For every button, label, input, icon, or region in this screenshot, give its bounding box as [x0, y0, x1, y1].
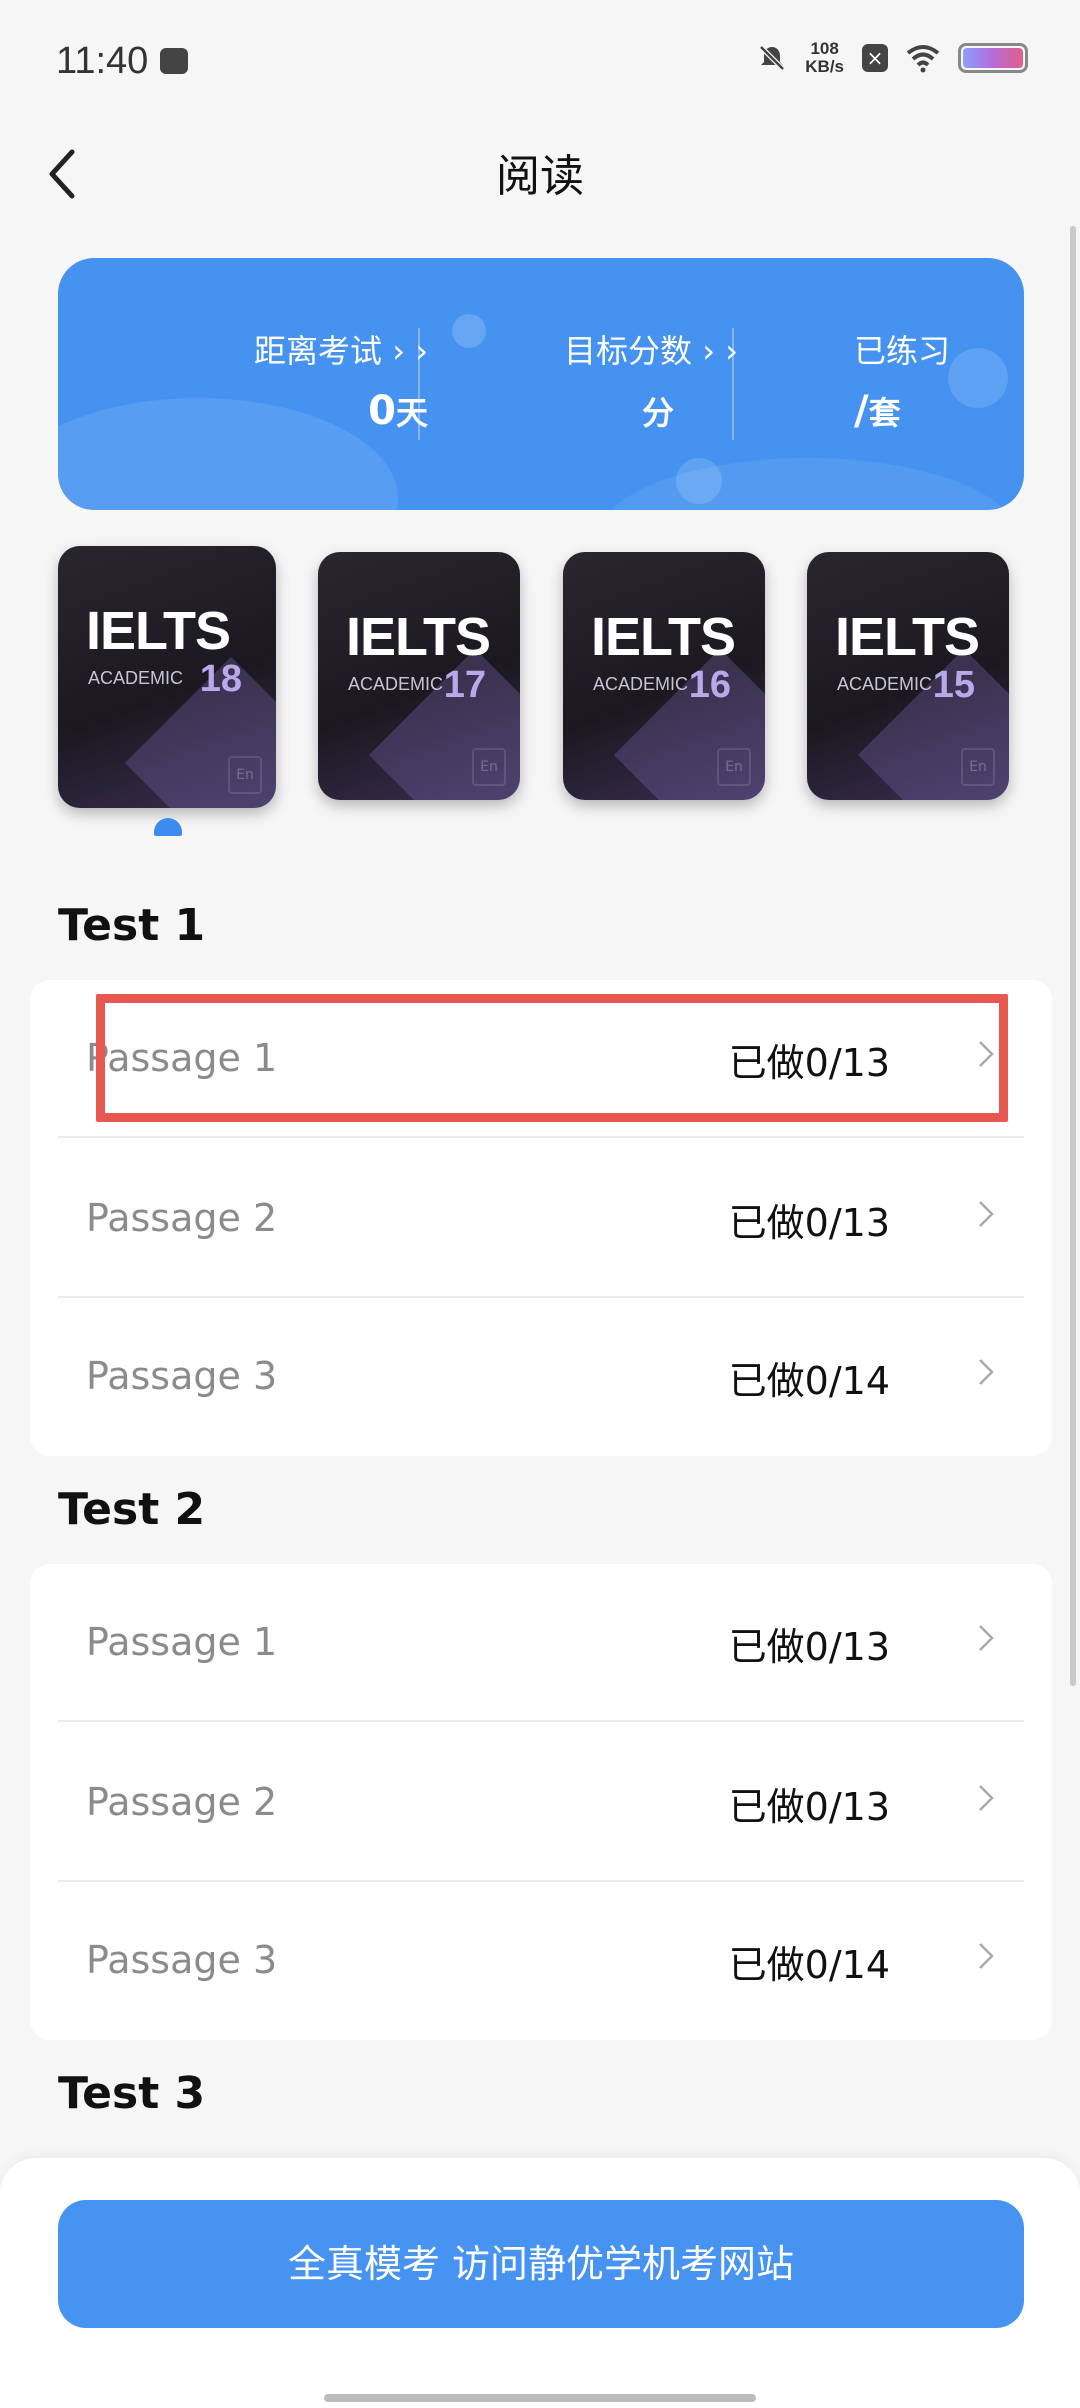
close-box-icon: × — [862, 44, 888, 72]
chevron-right-icon — [979, 1625, 994, 1651]
network-speed: 108 KB/s — [805, 40, 844, 76]
book-ielts-16[interactable]: IELTS ACADEMIC 16 En — [563, 552, 765, 800]
book-brand: IELTS — [86, 601, 231, 661]
passage-row[interactable]: Passage 2 已做0/13 — [58, 1724, 1024, 1882]
book-ielts-18[interactable]: IELTS ACADEMIC 18 En — [58, 546, 276, 808]
bell-muted-icon — [759, 45, 786, 71]
book-brand: IELTS — [346, 607, 491, 667]
target-score-value: 分 — [641, 394, 674, 432]
book-language-tag: En — [472, 748, 506, 786]
book-language-tag: En — [961, 748, 995, 786]
stats-banner: 距离考试 › › 0天 目标分数 › › 分 已练习 /套 — [58, 258, 1024, 510]
book-language-tag: En — [717, 748, 751, 786]
selected-book-indicator — [154, 818, 182, 836]
bottom-bar: 全真模考 访问静优学机考网站 — [0, 2158, 1080, 2408]
passage-row[interactable]: Passage 3 已做0/14 — [58, 1882, 1024, 2040]
book-number: 18 — [199, 658, 242, 700]
book-series: ACADEMIC — [837, 674, 933, 694]
passage-progress: 已做0/13 — [728, 1785, 890, 1829]
network-speed-unit: KB/s — [805, 57, 844, 76]
book-number: 17 — [443, 664, 486, 706]
status-time: 11:40 — [56, 40, 149, 82]
book-brand: IELTS — [835, 607, 980, 667]
book-number: 15 — [932, 664, 975, 706]
book-series: ACADEMIC — [88, 668, 184, 688]
target-score-stat[interactable]: 目标分数 › › 分 — [428, 326, 738, 446]
mock-exam-button[interactable]: 全真模考 访问静优学机考网站 — [58, 2200, 1024, 2328]
page-title: 阅读 — [496, 151, 584, 202]
test-1-title: Test 1 — [58, 900, 206, 951]
test-3-title: Test 3 — [58, 2068, 206, 2119]
exam-countdown-value: 0天 — [368, 388, 428, 434]
highlight-box — [96, 994, 1008, 1122]
book-series: ACADEMIC — [348, 674, 444, 694]
passage-progress: 已做0/14 — [728, 1359, 890, 1403]
practiced-stat: 已练习 /套 — [758, 326, 958, 446]
book-language-tag: En — [228, 756, 262, 794]
passage-name: Passage 3 — [86, 1354, 278, 1398]
chevron-right-icon — [979, 1359, 994, 1385]
exam-countdown-label: 距离考试 › › — [254, 332, 428, 370]
stat-divider — [732, 328, 734, 440]
banner-decoration — [598, 458, 1018, 510]
passage-progress: 已做0/14 — [728, 1943, 890, 1987]
passage-progress: 已做0/13 — [728, 1201, 890, 1245]
book-number: 16 — [688, 664, 731, 706]
passage-row[interactable]: Passage 1 已做0/13 — [58, 1564, 1024, 1722]
passage-name: Passage 1 — [86, 1620, 278, 1664]
book-series: ACADEMIC — [593, 674, 689, 694]
status-icons: 108 KB/s × — [757, 40, 1028, 76]
row-divider — [58, 1720, 1024, 1722]
test-2-card: Passage 1 已做0/13 Passage 2 已做0/13 Passag… — [30, 1564, 1052, 2040]
stat-divider — [418, 328, 420, 440]
app-header: 阅读 — [0, 120, 1080, 250]
practiced-value: /套 — [854, 388, 901, 434]
test-2-title: Test 2 — [58, 1484, 206, 1535]
chevron-right-icon — [979, 1201, 994, 1227]
battery-icon — [958, 43, 1028, 73]
book-brand: IELTS — [591, 607, 736, 667]
passage-row[interactable]: Passage 3 已做0/14 — [58, 1298, 1024, 1456]
wifi-icon — [906, 45, 940, 73]
banner-bubble — [676, 458, 722, 504]
book-ielts-15[interactable]: IELTS ACADEMIC 15 En — [807, 552, 1009, 800]
chevron-right-icon — [979, 1785, 994, 1811]
passage-progress: 已做0/13 — [728, 1625, 890, 1669]
row-divider — [58, 1136, 1024, 1138]
passage-name: Passage 3 — [86, 1938, 278, 1982]
chevron-right-icon: › › — [392, 332, 428, 370]
passage-name: Passage 2 — [86, 1780, 278, 1824]
chevron-right-icon — [979, 1943, 994, 1969]
exam-countdown-stat[interactable]: 距离考试 › › 0天 — [98, 326, 428, 446]
network-speed-value: 108 — [810, 39, 839, 58]
passage-row[interactable]: Passage 2 已做0/13 — [58, 1140, 1024, 1298]
status-bar: 11:40 108 KB/s × — [0, 0, 1080, 120]
book-ielts-17[interactable]: IELTS ACADEMIC 17 En — [318, 552, 520, 800]
passage-name: Passage 2 — [86, 1196, 278, 1240]
practiced-label: 已练习 — [854, 332, 951, 370]
scrollbar[interactable] — [1070, 226, 1076, 1686]
message-notification-icon — [160, 48, 188, 74]
target-score-label: 目标分数 › › — [564, 332, 738, 370]
home-indicator[interactable] — [324, 2394, 756, 2402]
